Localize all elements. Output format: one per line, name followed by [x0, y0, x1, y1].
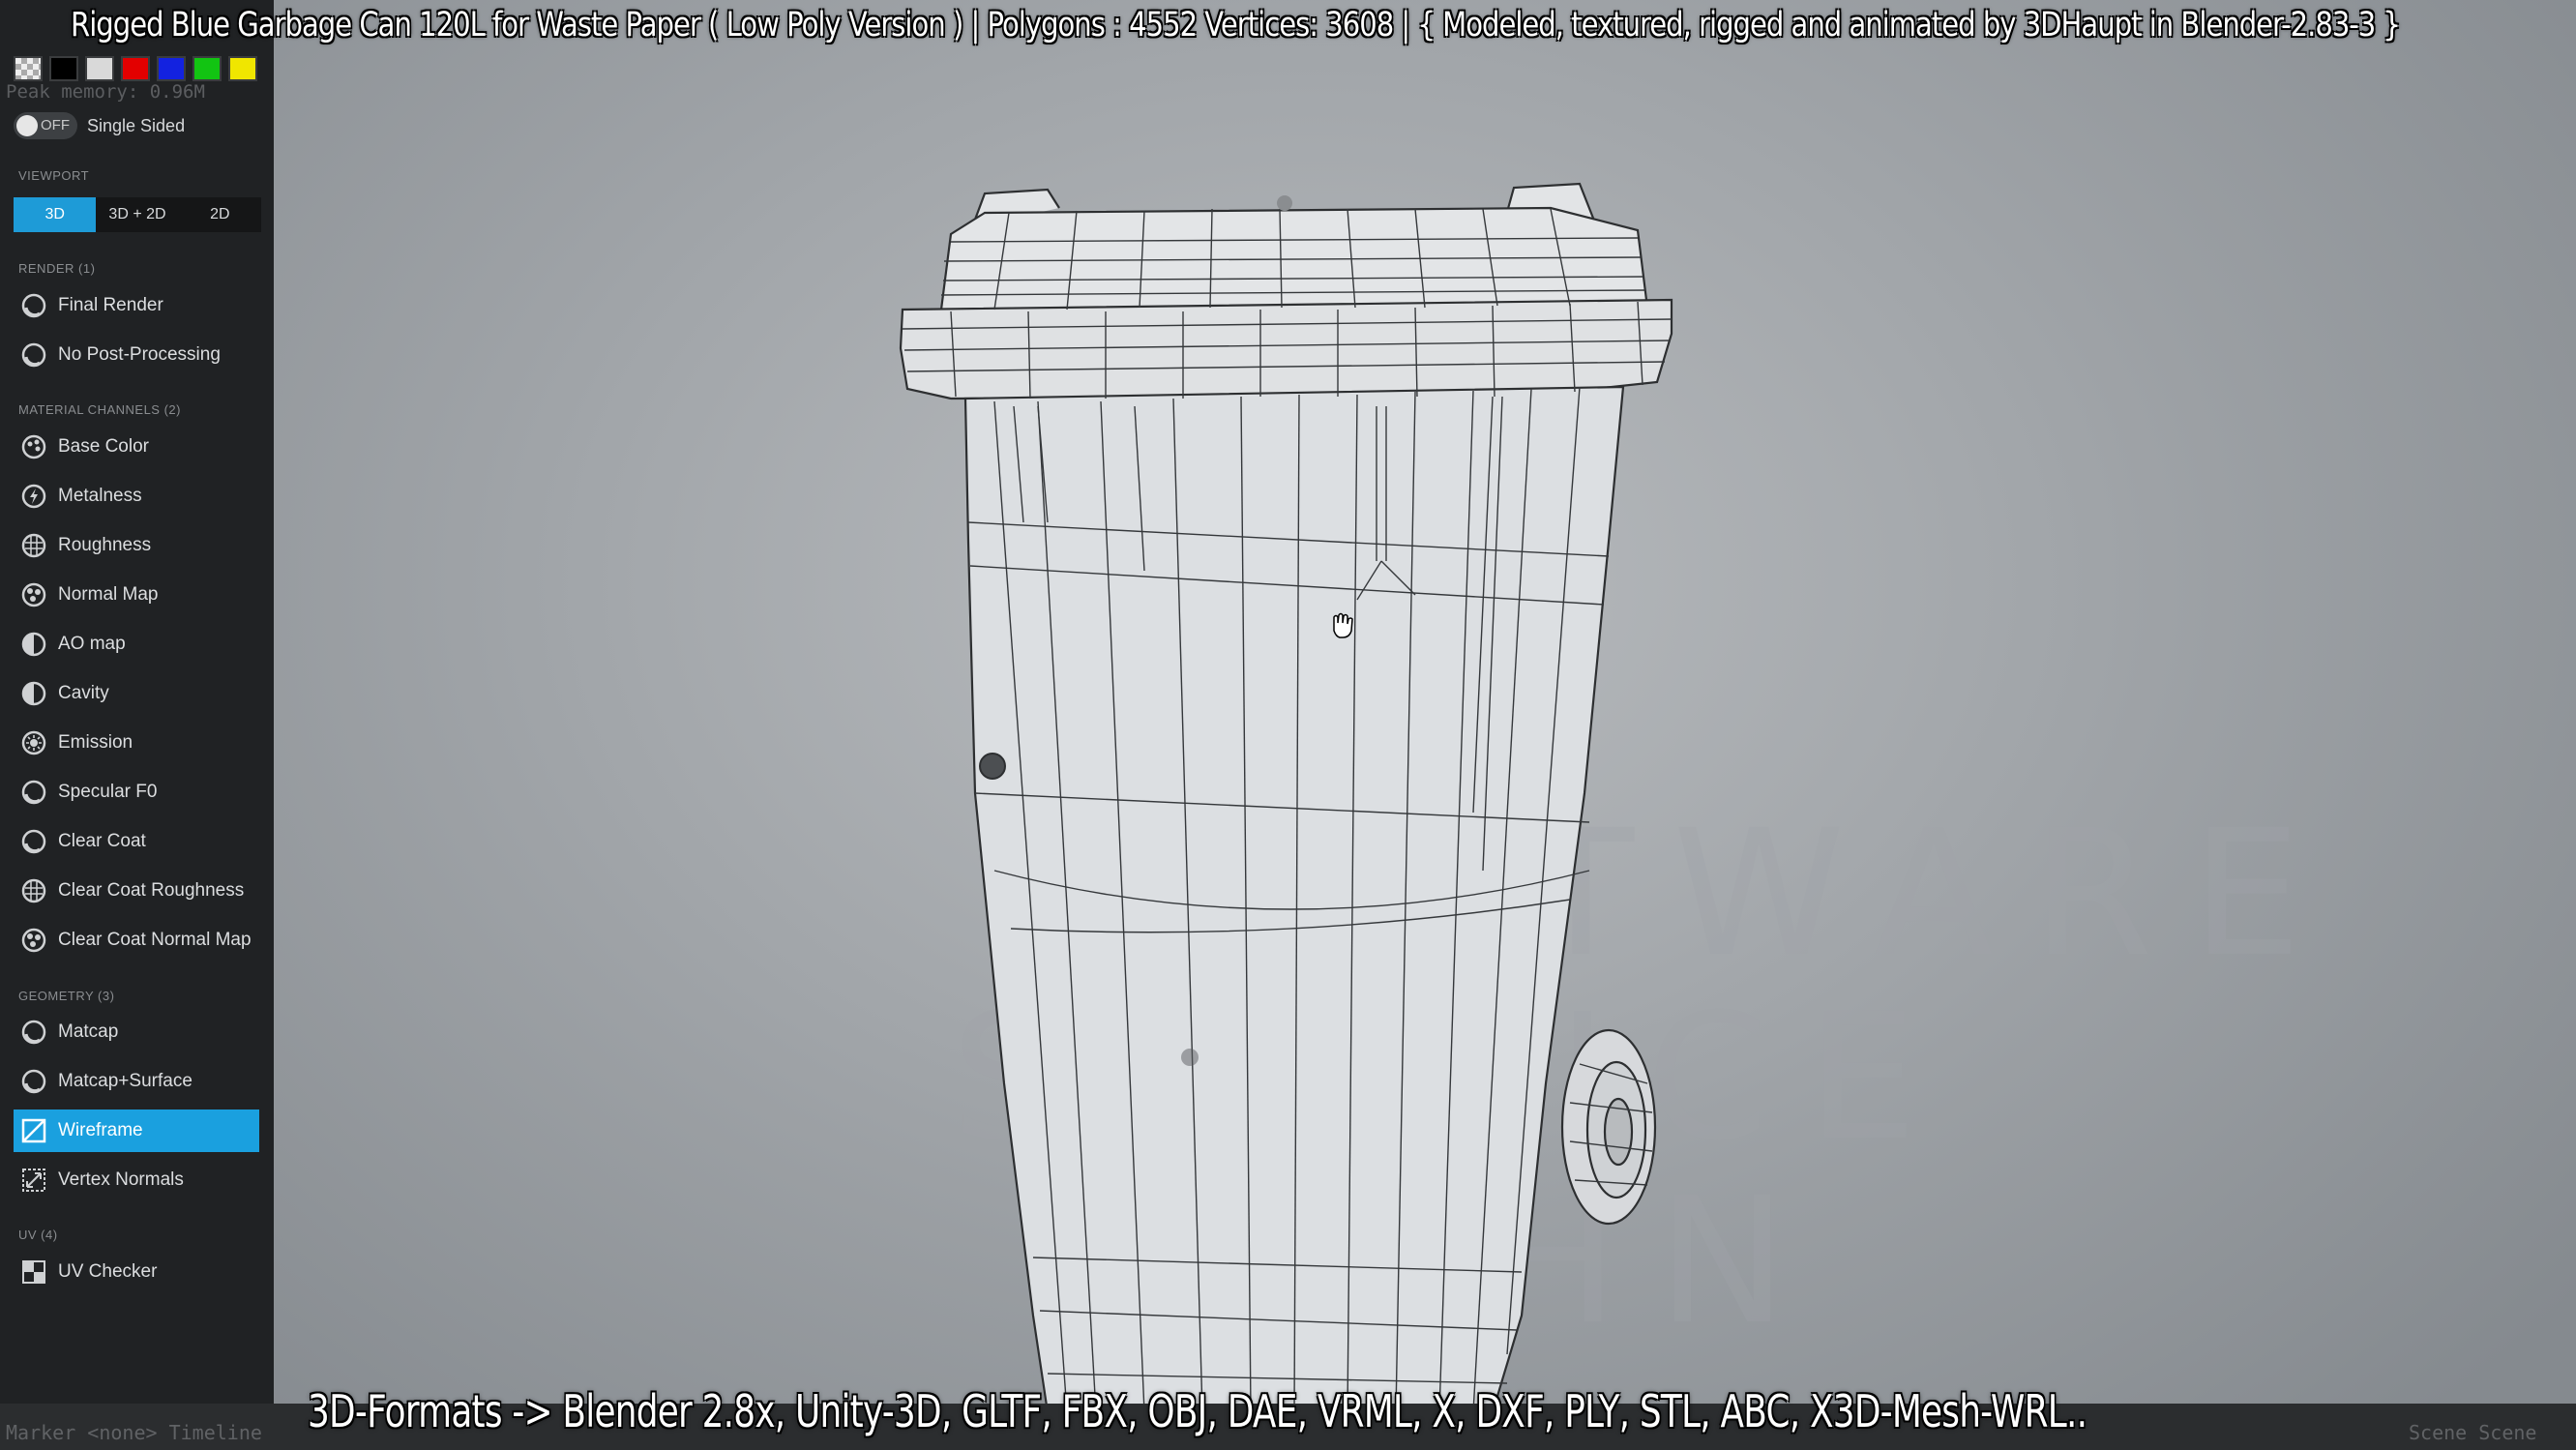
menu-emission[interactable]: Emission — [14, 722, 259, 764]
menu-clear-coat[interactable]: Clear Coat — [14, 820, 259, 863]
menu-matcap[interactable]: Matcap — [14, 1011, 259, 1053]
menu-label: Roughness — [58, 535, 152, 555]
grid-circle-icon — [19, 876, 48, 905]
checker-icon — [19, 1258, 48, 1287]
menu-label: Specular F0 — [58, 782, 158, 802]
circle-icon — [19, 827, 48, 856]
swatch-blue[interactable] — [157, 56, 186, 81]
garbage-can-wireframe-model[interactable] — [274, 0, 2576, 1450]
circle-icon — [19, 340, 48, 370]
half-circle-icon — [19, 679, 48, 708]
menu-cavity[interactable]: Cavity — [14, 672, 259, 715]
background-color-swatches — [14, 56, 257, 81]
section-render: RENDER (1) — [18, 261, 96, 276]
swatch-black[interactable] — [49, 56, 78, 81]
menu-label: Vertex Normals — [58, 1169, 184, 1190]
toggle-state-label: OFF — [41, 117, 70, 133]
circle-icon — [19, 1067, 48, 1096]
peak-memory-text: Peak memory: 0.96M — [6, 81, 205, 103]
menu-no-post-processing[interactable]: No Post-Processing — [14, 334, 259, 376]
menu-metalness[interactable]: Metalness — [14, 475, 259, 518]
tab-3d-2d[interactable]: 3D + 2D — [96, 197, 178, 232]
menu-vertex-normals[interactable]: Vertex Normals — [14, 1159, 259, 1201]
menu-label: Base Color — [58, 436, 149, 457]
circle-icon — [19, 1018, 48, 1047]
swatch-white[interactable] — [85, 56, 114, 81]
tab-3d[interactable]: 3D — [14, 197, 97, 232]
sun-icon — [19, 728, 48, 757]
grid-circle-icon — [19, 531, 48, 560]
menu-label: Final Render — [58, 295, 163, 315]
section-uv: UV (4) — [18, 1228, 58, 1242]
section-material-channels: MATERIAL CHANNELS (2) — [18, 402, 181, 417]
timeline-marker-text: Marker <none> Timeline — [6, 1421, 262, 1444]
menu-wireframe[interactable]: Wireframe — [14, 1110, 259, 1152]
circle-icon — [19, 778, 48, 807]
single-sided-label: Single Sided — [87, 115, 186, 135]
section-geometry: GEOMETRY (3) — [18, 989, 115, 1003]
model-inspector-sidebar: Peak memory: 0.96M OFF Single Sided VIEW… — [0, 0, 274, 1450]
menu-label: Wireframe — [58, 1120, 143, 1140]
menu-label: AO map — [58, 634, 126, 654]
menu-specular-f0[interactable]: Specular F0 — [14, 771, 259, 814]
circle-icon — [19, 291, 48, 320]
arrows-icon — [19, 1166, 48, 1195]
wireframe-icon — [19, 1116, 48, 1145]
swatch-checker[interactable] — [14, 56, 43, 81]
formats-overlay: 3D-Formats -> Blender 2.8x, Unity-3D, GL… — [308, 1385, 2087, 1437]
menu-label: Normal Map — [58, 584, 159, 605]
swatch-red[interactable] — [121, 56, 150, 81]
menu-final-render[interactable]: Final Render — [14, 284, 259, 327]
menu-label: Matcap+Surface — [58, 1071, 192, 1091]
menu-label: No Post-Processing — [58, 344, 221, 365]
menu-label: Matcap — [58, 1021, 119, 1042]
menu-clear-coat-roughness[interactable]: Clear Coat Roughness — [14, 870, 259, 912]
menu-label: Clear Coat Normal Map — [58, 930, 252, 950]
menu-normal-map[interactable]: Normal Map — [14, 574, 259, 616]
menu-ao-map[interactable]: AO map — [14, 623, 259, 666]
swatch-green[interactable] — [192, 56, 222, 81]
bumps-icon — [19, 580, 48, 609]
palette-icon — [19, 432, 48, 461]
bolt-icon — [19, 482, 48, 511]
menu-label: Clear Coat — [58, 831, 146, 851]
single-sided-row: OFF Single Sided — [14, 112, 185, 139]
swatch-yellow[interactable] — [228, 56, 257, 81]
menu-label: Clear Coat Roughness — [58, 880, 245, 901]
viewport-mode-tabs: 3D 3D + 2D 2D — [14, 197, 261, 232]
bumps-icon — [19, 926, 48, 955]
menu-clear-coat-normal-map[interactable]: Clear Coat Normal Map — [14, 919, 259, 962]
menu-uv-checker[interactable]: UV Checker — [14, 1251, 259, 1293]
menu-label: Cavity — [58, 683, 109, 703]
3d-viewport[interactable]: SOFTWARE SERVICE JOHN — [274, 0, 2576, 1450]
menu-label: Emission — [58, 732, 133, 753]
section-viewport: VIEWPORT — [18, 168, 90, 183]
half-circle-icon — [19, 630, 48, 659]
tab-2d[interactable]: 2D — [179, 197, 261, 232]
menu-roughness[interactable]: Roughness — [14, 524, 259, 567]
menu-base-color[interactable]: Base Color — [14, 426, 259, 468]
timeline-scene-text: Scene Scene — [2409, 1421, 2537, 1444]
single-sided-toggle[interactable]: OFF — [14, 112, 77, 139]
menu-label: Metalness — [58, 486, 142, 506]
model-title-overlay: Rigged Blue Garbage Can 120L for Waste P… — [71, 6, 2401, 44]
menu-matcap-surface[interactable]: Matcap+Surface — [14, 1060, 259, 1103]
menu-label: UV Checker — [58, 1261, 158, 1282]
